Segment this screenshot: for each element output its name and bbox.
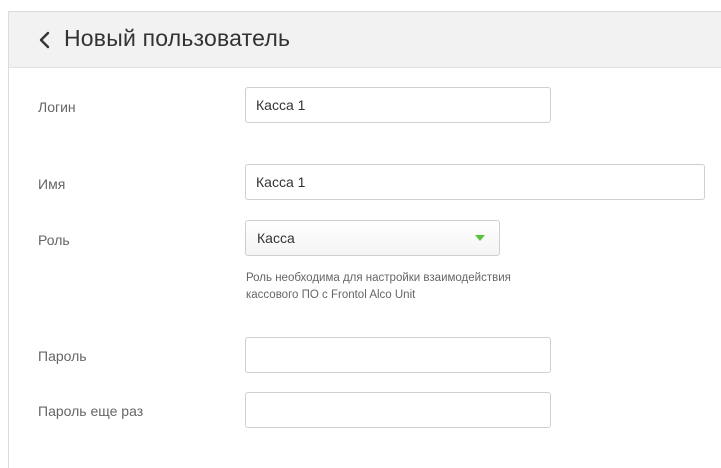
- login-label: Логин: [38, 99, 76, 115]
- role-select[interactable]: Касса: [245, 220, 500, 256]
- chevron-left-icon: [39, 31, 50, 49]
- password-input[interactable]: [245, 337, 551, 373]
- role-hint-line-1: Роль необходима для настройки взаимодейс…: [246, 272, 511, 284]
- role-select-value: Касса: [257, 230, 295, 246]
- login-input[interactable]: [245, 87, 551, 123]
- password-repeat-label: Пароль еще раз: [38, 403, 144, 419]
- new-user-panel: Новый пользователь Логин Имя Роль Касса …: [8, 11, 721, 468]
- page-title: Новый пользователь: [64, 25, 291, 51]
- password-repeat-input[interactable]: [245, 392, 551, 428]
- role-hint-line-2: кассового ПО с Frontol Alco Unit: [246, 289, 416, 301]
- back-button[interactable]: [33, 27, 57, 53]
- role-label: Роль: [38, 232, 70, 248]
- name-input[interactable]: [245, 164, 705, 200]
- page-header: Новый пользователь: [9, 12, 721, 68]
- role-hint: Роль необходима для настройки взаимодейс…: [246, 270, 626, 304]
- password-label: Пароль: [38, 348, 87, 364]
- name-label: Имя: [38, 176, 66, 192]
- caret-down-icon: [475, 235, 485, 241]
